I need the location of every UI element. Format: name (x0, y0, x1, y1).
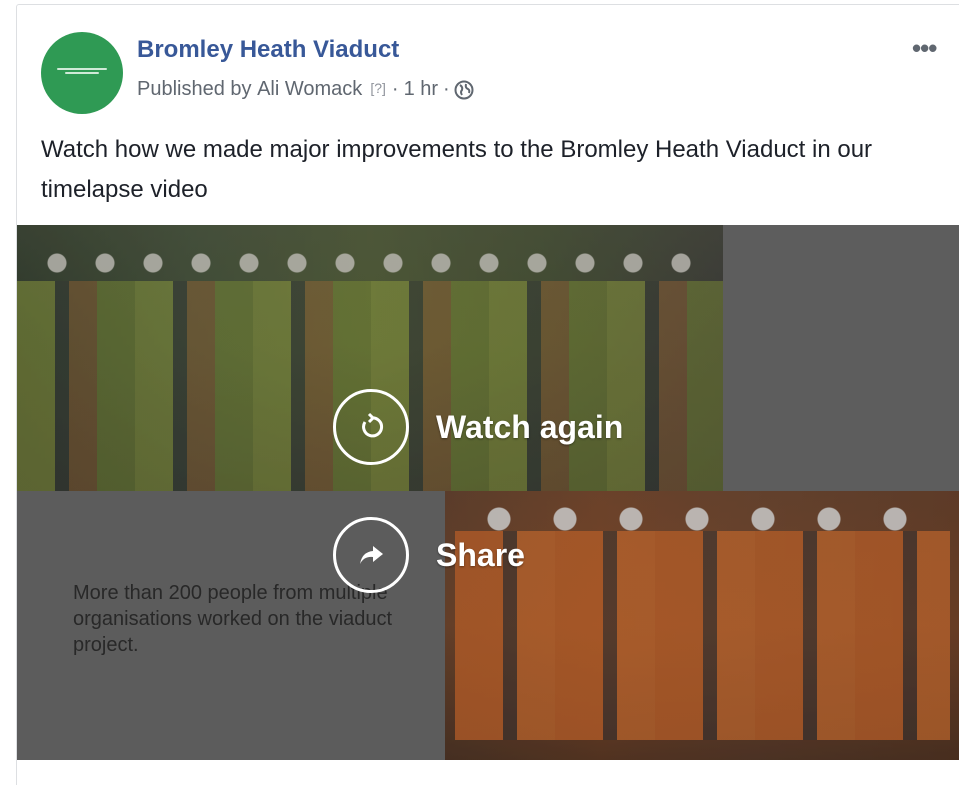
video-end-screen[interactable]: More than 200 people from multiple organ… (17, 225, 959, 760)
page-name-link[interactable]: Bromley Heath Viaduct (137, 36, 399, 64)
author-link[interactable]: Ali Womack (257, 78, 362, 101)
published-prefix: Published by (137, 78, 252, 100)
meta-separator: · (391, 78, 399, 100)
meta-separator: · (443, 78, 450, 100)
globe-icon[interactable] (454, 80, 474, 100)
replay-icon[interactable] (333, 389, 409, 465)
post-meta: Published by Ali Womack [?] · 1 hr · (137, 78, 474, 101)
post-card: Bromley Heath Viaduct Published by Ali W… (16, 4, 959, 785)
avatar-logo-line (65, 72, 99, 74)
watch-again-label[interactable]: Watch again (436, 409, 623, 446)
timestamp-link[interactable]: 1 hr (404, 78, 438, 101)
end-screen-overlay (17, 225, 959, 760)
avatar-logo-line (57, 68, 107, 70)
share-button[interactable]: Share (333, 517, 525, 593)
watch-again-button[interactable]: Watch again (333, 389, 623, 465)
page-avatar[interactable] (41, 32, 123, 114)
author-info-link[interactable]: [?] (370, 80, 386, 96)
share-label[interactable]: Share (436, 537, 525, 574)
share-arrow-icon[interactable] (333, 517, 409, 593)
more-options-icon[interactable]: ••• (912, 35, 937, 61)
post-message: Watch how we made major improvements to … (41, 136, 873, 203)
